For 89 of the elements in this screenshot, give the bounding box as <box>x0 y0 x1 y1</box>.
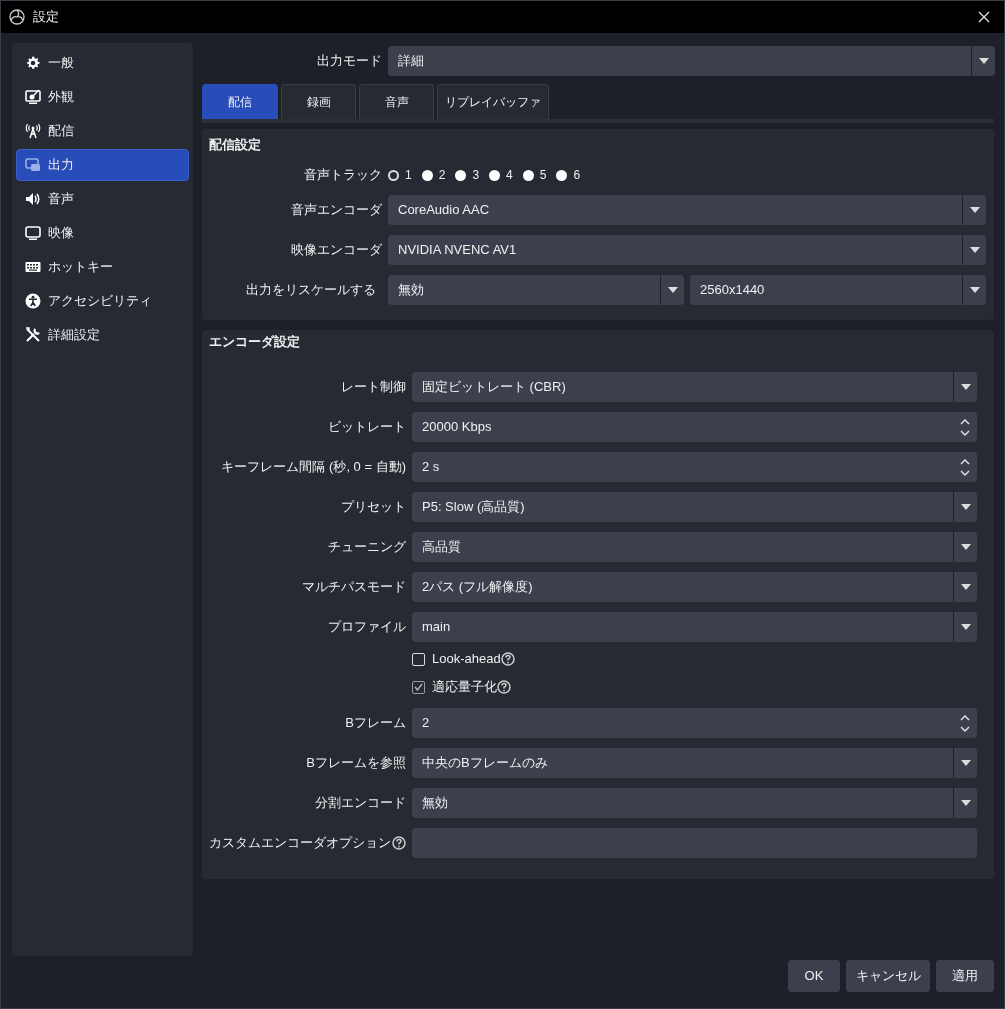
radio-button[interactable]: 4 <box>489 166 513 184</box>
sidebar-item[interactable]: 映像 <box>16 217 189 249</box>
speaker-icon <box>25 191 41 207</box>
spin-up-icon <box>960 714 970 721</box>
dropdown[interactable]: P5: Slow (高品質) <box>412 492 977 522</box>
field-label: 分割エンコード <box>315 794 406 813</box>
screen-overlap-icon <box>25 157 41 173</box>
tab[interactable]: 録画 <box>281 84 356 119</box>
radio-button[interactable]: 1 <box>388 166 412 184</box>
radio-button[interactable]: 6 <box>556 166 581 184</box>
dropdown-caret-icon <box>667 287 678 293</box>
monitor-brush-icon <box>25 89 41 105</box>
field-label: チューニング <box>328 538 406 557</box>
tab[interactable]: 音声 <box>359 84 434 119</box>
gear-icon <box>25 55 41 71</box>
dialog-button[interactable]: OK <box>788 960 840 992</box>
dropdown[interactable]: CoreAudio AAC <box>388 195 986 225</box>
group-title: エンコーダ設定 <box>208 334 301 350</box>
sidebar-item[interactable]: 詳細設定 <box>16 319 189 351</box>
dropdown-caret-icon <box>960 624 971 630</box>
field-label: キーフレーム間隔 (秒, 0 = 自動) <box>221 458 406 477</box>
field-label: ビットレート <box>328 418 406 437</box>
sidebar-item[interactable]: 出力 <box>16 149 189 181</box>
dropdown-caret-icon <box>978 58 989 64</box>
field-label: レート制御 <box>341 378 406 397</box>
spin-up-icon <box>960 418 970 425</box>
dropdown-caret-icon <box>960 760 971 766</box>
dropdown-caret-icon <box>969 207 980 213</box>
tab[interactable]: リプレイバッファ <box>437 84 549 119</box>
dropdown[interactable]: 中央のBフレームのみ <box>412 748 977 778</box>
spin-down-icon <box>960 725 970 732</box>
dialog-button[interactable]: キャンセル <box>846 960 930 992</box>
dropdown-caret-icon <box>960 384 971 390</box>
sidebar-item[interactable]: 配信 <box>16 115 189 147</box>
checkmark-icon <box>414 683 423 691</box>
field-label: 出力をリスケールする <box>246 281 376 300</box>
field-label: カスタムエンコーダオプション <box>209 834 391 853</box>
dropdown[interactable]: 2560x1440 <box>690 275 986 305</box>
keyboard-icon <box>25 259 41 275</box>
window-title: 設定 <box>33 8 59 27</box>
dropdown[interactable]: main <box>412 612 977 642</box>
spin-down-icon <box>960 469 970 476</box>
output-mode-dropdown[interactable]: 詳細 <box>388 46 995 76</box>
person-circle-icon <box>25 293 41 309</box>
antenna-icon <box>25 123 41 139</box>
field-label: 音声エンコーダ <box>291 201 382 220</box>
radio-button[interactable]: 5 <box>522 166 547 184</box>
checkbox[interactable]: 適応量子化 <box>412 677 497 697</box>
radio-button[interactable]: 2 <box>421 166 446 184</box>
sidebar-item[interactable]: 一般 <box>16 47 189 79</box>
tab[interactable]: 配信 <box>202 84 278 119</box>
dropdown[interactable]: 無効 <box>412 788 977 818</box>
dropdown-caret-icon <box>960 544 971 550</box>
group-title: 配信設定 <box>208 137 262 153</box>
dropdown[interactable]: 無効 <box>388 275 684 305</box>
dropdown-caret-icon <box>960 800 971 806</box>
spin-box[interactable]: 2 s <box>412 452 977 482</box>
spin-box[interactable]: 20000 Kbps <box>412 412 977 442</box>
field-label: 映像エンコーダ <box>291 241 382 260</box>
spin-box[interactable]: 2 <box>412 708 977 738</box>
dropdown[interactable]: 2パス (フル解像度) <box>412 572 977 602</box>
monitor-icon <box>25 225 41 241</box>
close-icon <box>978 11 990 23</box>
dropdown[interactable]: NVIDIA NVENC AV1 <box>388 235 986 265</box>
dropdown[interactable]: 高品質 <box>412 532 977 562</box>
sidebar-item[interactable]: アクセシビリティ <box>16 285 189 317</box>
dropdown-caret-icon <box>960 584 971 590</box>
app-logo-icon <box>9 9 25 25</box>
spin-down-icon <box>960 429 970 436</box>
field-label: Bフレーム <box>345 714 406 733</box>
dropdown[interactable]: 固定ビットレート (CBR) <box>412 372 977 402</box>
input-field[interactable] <box>412 828 977 858</box>
dropdown-caret-icon <box>969 247 980 253</box>
checkbox[interactable]: Look-ahead <box>412 649 501 669</box>
field-label: 出力モード <box>317 52 382 71</box>
field-label: Bフレームを参照 <box>306 754 406 773</box>
spin-up-icon <box>960 458 970 465</box>
field-label: プリセット <box>341 498 406 517</box>
field-label: マルチパスモード <box>302 578 406 597</box>
dropdown-caret-icon <box>960 504 971 510</box>
field-label: 音声トラック <box>304 166 382 185</box>
dialog-button[interactable]: 適用 <box>936 960 994 992</box>
dropdown-caret-icon <box>969 287 980 293</box>
tools-icon <box>25 327 41 343</box>
sidebar-item[interactable]: 音声 <box>16 183 189 215</box>
sidebar-item[interactable]: 外観 <box>16 81 189 113</box>
radio-button[interactable]: 3 <box>455 166 480 184</box>
sidebar-item[interactable]: ホットキー <box>16 251 189 283</box>
field-label: プロファイル <box>328 618 406 637</box>
